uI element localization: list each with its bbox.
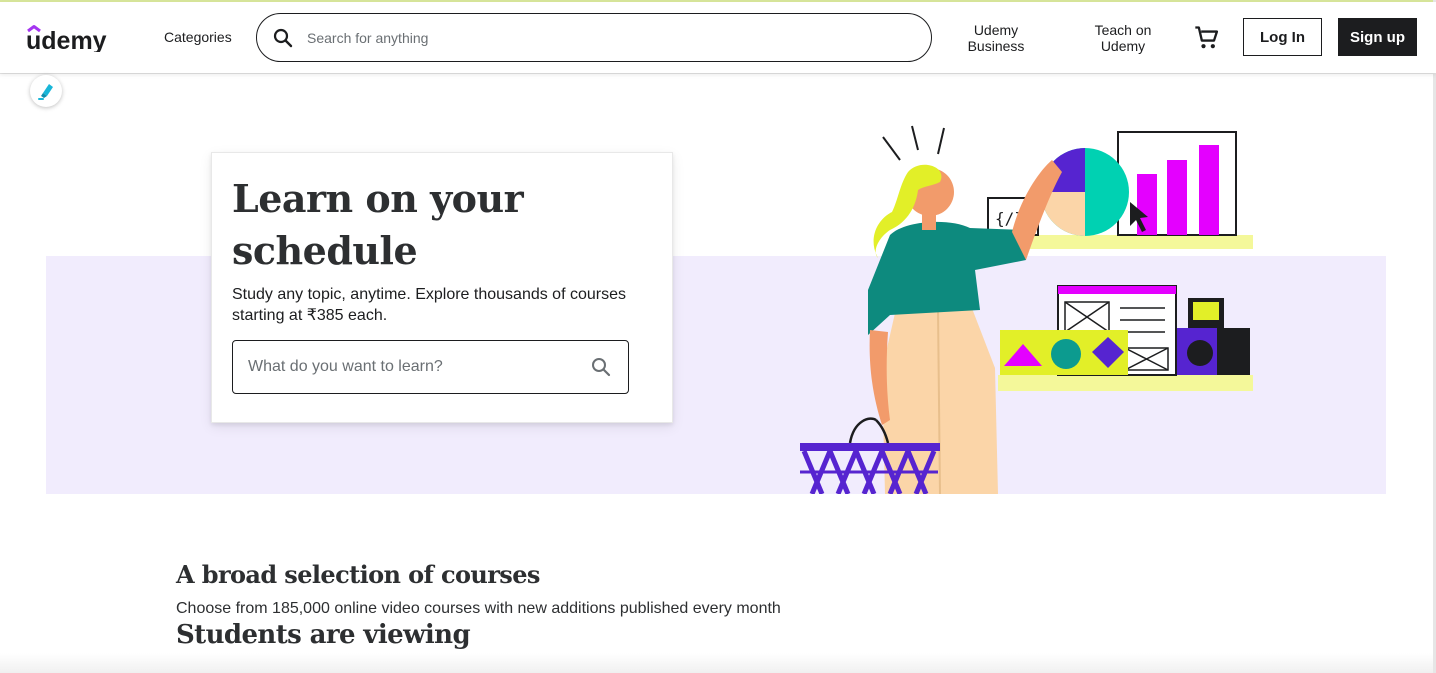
hero-search-box[interactable] (232, 340, 629, 394)
header-search-bar[interactable] (256, 13, 932, 62)
hero-search-icon[interactable] (590, 356, 612, 378)
header-search-input[interactable] (307, 29, 907, 46)
selection-section-subtitle: Choose from 185,000 online video courses… (176, 600, 781, 617)
highlighter-extension-button[interactable] (30, 75, 62, 107)
bottom-shelf (998, 375, 1253, 391)
signup-button[interactable]: Sign up (1338, 18, 1417, 56)
udemy-logo-icon: udemy (26, 25, 107, 52)
top-shelf (1030, 235, 1253, 249)
hero-subtitle: Study any topic, anytime. Explore thousa… (232, 286, 626, 324)
site-header: udemy Categories Udemy Business Teach on… (0, 2, 1436, 73)
hero-illustration: {/} (800, 125, 1253, 494)
svg-text:udemy: udemy (26, 27, 107, 52)
cart-icon[interactable] (1193, 24, 1221, 52)
search-icon[interactable] (259, 14, 307, 61)
hero-title-line2: schedule (232, 228, 418, 273)
hero-search-input[interactable] (248, 358, 578, 376)
bottom-scroll-shadow (0, 653, 1436, 673)
teach-on-udemy-link[interactable]: Teach on Udemy (1082, 22, 1164, 54)
teach-label-line2: Udemy (1100, 38, 1146, 54)
teach-label-line1: Teach on (1094, 22, 1152, 38)
hero-title: Learn on your schedule (232, 173, 652, 277)
udemy-logo[interactable]: udemy (26, 22, 130, 52)
selection-section-title: A broad selection of courses (176, 560, 540, 589)
highlighter-icon (38, 84, 53, 100)
udemy-business-link[interactable]: Udemy Business (958, 22, 1034, 54)
udemy-business-label-line1: Udemy (973, 22, 1019, 38)
hero-card: Learn on your schedule Study any topic, … (211, 152, 673, 423)
categories-menu[interactable]: Categories (164, 29, 232, 45)
hero-title-line1: Learn on your (232, 176, 524, 221)
login-button[interactable]: Log In (1243, 18, 1322, 56)
students-viewing-title: Students are viewing (176, 620, 471, 650)
pie-chart-graphic (1041, 148, 1129, 236)
udemy-business-label-line2: Business (967, 38, 1025, 54)
